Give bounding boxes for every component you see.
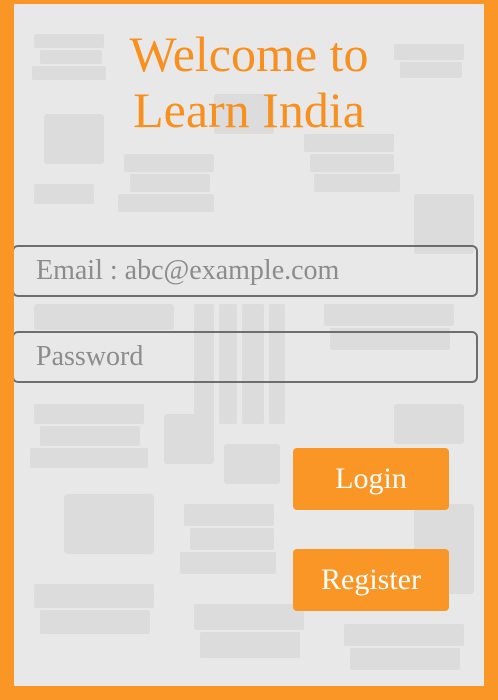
password-field[interactable] xyxy=(14,331,478,383)
page-title: Welcome to Learn India xyxy=(14,26,484,138)
register-button[interactable]: Register xyxy=(293,549,449,611)
email-field[interactable] xyxy=(14,245,478,297)
login-panel: Welcome to Learn India Login Register xyxy=(0,0,498,700)
title-line-2: Learn India xyxy=(133,82,365,138)
login-button[interactable]: Login xyxy=(293,448,449,510)
title-line-1: Welcome to xyxy=(129,26,369,82)
